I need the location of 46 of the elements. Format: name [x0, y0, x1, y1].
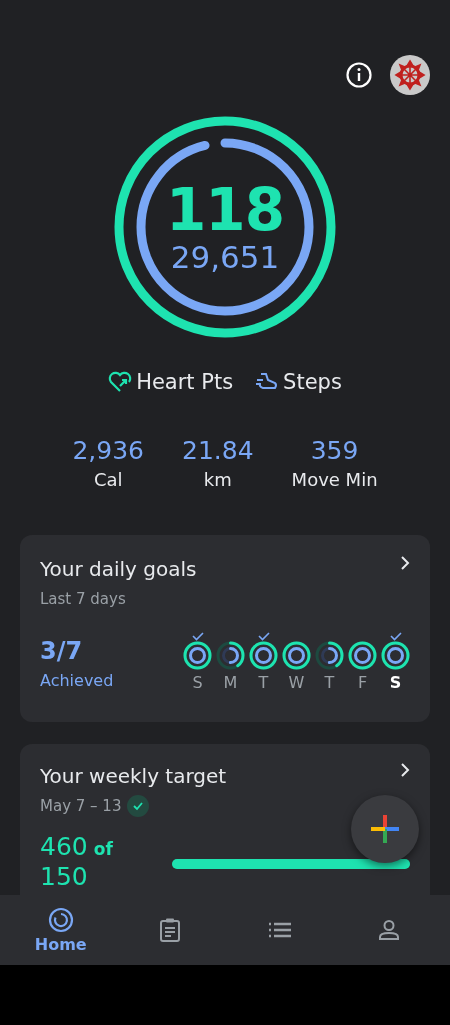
day-progress-ring — [315, 641, 344, 670]
clipboard-icon — [159, 917, 182, 943]
card-title: Your daily goals — [40, 556, 197, 583]
day-progress-ring — [282, 641, 311, 670]
chevron-right-icon[interactable] — [400, 555, 410, 571]
day-letter: F — [357, 672, 368, 694]
legend-label: Steps — [283, 370, 342, 394]
stat-value: 359 — [310, 436, 359, 466]
plus-icon — [369, 813, 401, 845]
day-letter: S — [389, 672, 402, 694]
person-icon — [378, 919, 401, 941]
day-progress-ring — [249, 641, 278, 670]
day-letter: S — [192, 672, 203, 694]
weekly-value: 460 — [40, 832, 88, 862]
day-letter: T — [324, 672, 335, 694]
heart-points-value: 118 — [165, 180, 285, 240]
stat-label: Cal — [93, 468, 123, 492]
day-letter: T — [258, 672, 269, 694]
stat-label: Move Min — [291, 468, 378, 492]
day-letter: M — [223, 672, 238, 694]
day-progress-ring — [183, 641, 212, 670]
info-icon[interactable] — [346, 62, 372, 88]
weekly-target-value: 150 — [40, 862, 89, 892]
weekly-target-card[interactable]: Your weekly target May 7 – 13 460 of 150 — [20, 744, 430, 895]
home-tab[interactable]: Home — [30, 899, 91, 961]
of-label: of — [93, 839, 113, 859]
day-progress-ring — [216, 641, 245, 670]
day-letter: W — [288, 672, 305, 694]
daily-goals-card[interactable]: Your daily goals Last 7 days 3/7 Achieved S M T W T F S — [20, 535, 430, 722]
stat-label: km — [203, 468, 232, 492]
stat-value: 2,936 — [72, 436, 145, 466]
goals-count: 3/7 — [40, 636, 84, 666]
card-title: Your weekly target — [40, 763, 227, 790]
chevron-right-icon[interactable] — [400, 762, 410, 778]
legend-label: Heart Pts — [136, 370, 234, 394]
list-icon — [267, 921, 292, 939]
day-progress-ring — [381, 641, 410, 670]
avatar[interactable] — [390, 55, 430, 95]
ring-icon — [47, 906, 74, 933]
date-range: May 7 – 13 — [40, 796, 122, 817]
heart-arrow-icon — [108, 371, 133, 393]
goals-count-label: Achieved — [40, 670, 114, 692]
steps-value: 29,651 — [170, 240, 280, 274]
card-subtitle: Last 7 days — [40, 589, 127, 610]
stat-value: 21.84 — [182, 436, 254, 466]
day-progress-ring — [348, 641, 377, 670]
